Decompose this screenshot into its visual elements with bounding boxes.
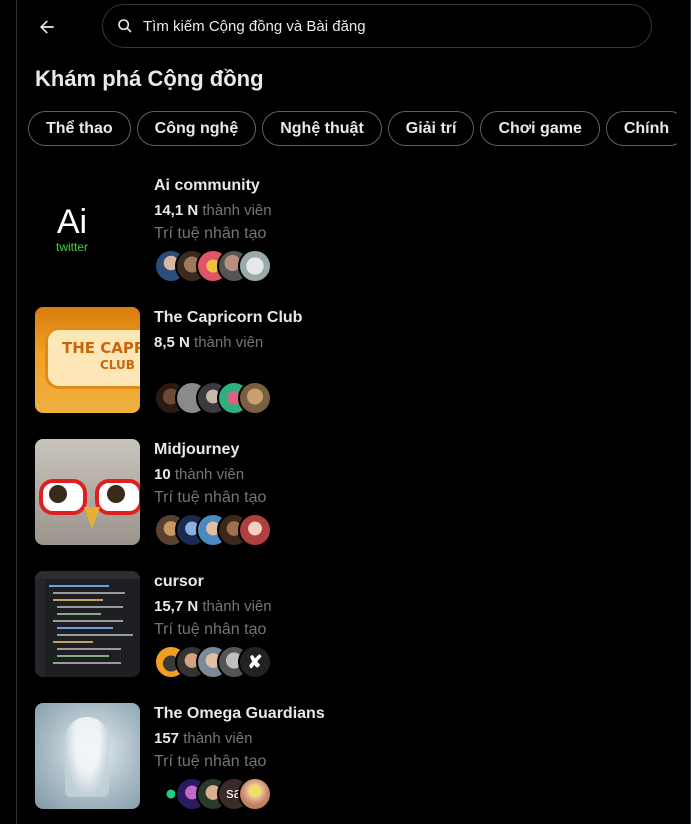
community-row[interactable]: Midjourney 10 thành viên Trí tuệ nhân tạ… [35, 439, 635, 547]
chip-the-thao[interactable]: Thể thao [28, 111, 131, 146]
chip-giai-tri[interactable]: Giải trí [387, 111, 475, 146]
chip-nghe-thuat[interactable]: Nghệ thuật [262, 111, 382, 146]
community-name[interactable]: Midjourney [154, 439, 266, 461]
ai-logo: Ai twitter [55, 203, 88, 254]
chip-choi-game[interactable]: Chơi game [480, 111, 600, 146]
community-row[interactable]: The Omega Guardians 157 thành viên Trí t… [35, 703, 635, 811]
community-info: Midjourney 10 thành viên Trí tuệ nhân tạ… [154, 439, 266, 509]
guardian-illustration [65, 717, 109, 797]
community-row[interactable]: THE CAPR CLUB The Capricorn Club 8,5 N t… [35, 307, 635, 415]
community-topic: Trí tuệ nhân tạo [154, 489, 267, 506]
member-count: 15,7 N thành viên [154, 598, 272, 615]
chip-chinh[interactable]: Chính [605, 111, 677, 146]
top-bar [0, 0, 691, 56]
community-topic: Trí tuệ nhân tạo [154, 753, 267, 770]
search-box[interactable] [102, 4, 652, 48]
avatar [238, 777, 272, 811]
community-name[interactable]: The Omega Guardians [154, 703, 325, 725]
community-row[interactable]: cursor 15,7 N thành viên Trí tuệ nhân tạ… [35, 571, 635, 679]
community-row[interactable]: Ai twitter Ai community 14,1 N thành viê… [35, 175, 635, 283]
back-button[interactable] [32, 12, 62, 42]
community-thumbnail: Ai twitter [35, 175, 140, 281]
member-count: 14,1 N thành viên [154, 202, 272, 219]
capricorn-banner: THE CAPR CLUB [45, 327, 140, 389]
community-topic: Trí tuệ nhân tạo [154, 621, 267, 638]
community-info: cursor 15,7 N thành viên Trí tuệ nhân tạ… [154, 571, 272, 641]
member-count: 10 thành viên [154, 466, 245, 483]
member-count: 8,5 N thành viên [154, 334, 264, 351]
avatar [238, 381, 272, 415]
community-name[interactable]: cursor [154, 571, 272, 593]
search-icon [118, 19, 132, 33]
search-input[interactable] [141, 16, 625, 36]
community-thumbnail [35, 439, 140, 545]
community-topic: Trí tuệ nhân tạo [154, 225, 267, 242]
category-chips: Thể thao Công nghệ Nghệ thuật Giải trí Chơi … [28, 111, 677, 147]
arrow-left-icon [40, 20, 54, 34]
chip-cong-nghe[interactable]: Công nghệ [136, 111, 257, 146]
member-count: 157 thành viên [154, 730, 253, 747]
avatar [238, 513, 272, 547]
community-info: Ai community 14,1 N thành viên Trí tuệ n… [154, 175, 272, 245]
community-name[interactable]: Ai community [154, 175, 272, 197]
community-name[interactable]: The Capricorn Club [154, 307, 302, 329]
community-thumbnail: THE CAPR CLUB [35, 307, 140, 413]
page-title: Khám phá Cộng đồng [35, 66, 264, 91]
community-info: The Capricorn Club 8,5 N thành viên [154, 307, 302, 377]
community-thumbnail [35, 571, 140, 677]
community-topic [154, 355, 302, 377]
code-editor-screenshot [35, 571, 140, 677]
owl-illustration [35, 439, 140, 545]
community-info: The Omega Guardians 157 thành viên Trí t… [154, 703, 325, 773]
avatar: ✘ [238, 645, 272, 679]
community-thumbnail [35, 703, 140, 809]
avatar [238, 249, 272, 283]
